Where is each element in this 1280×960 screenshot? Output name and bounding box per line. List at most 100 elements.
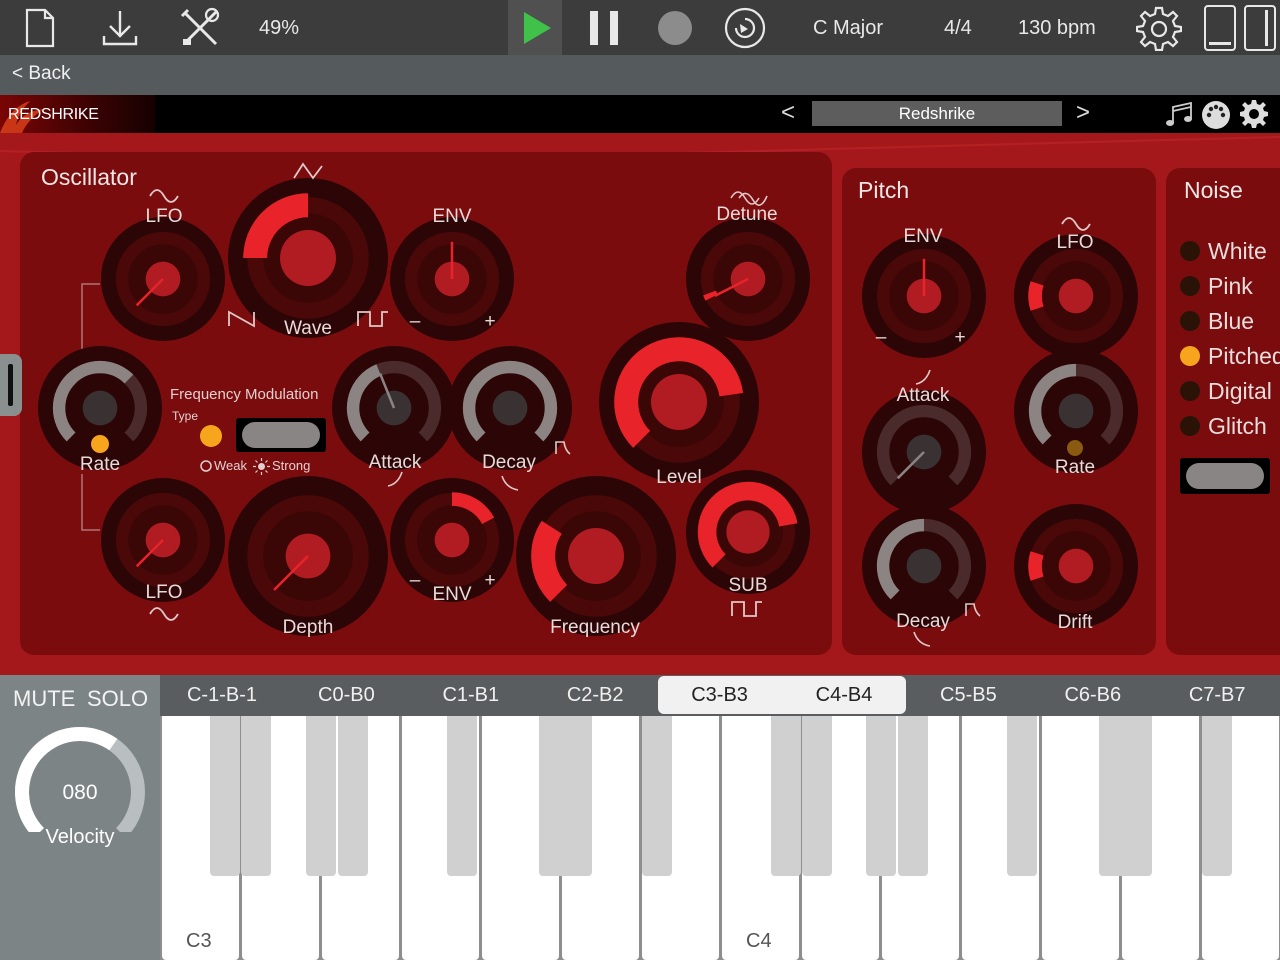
tools-icon[interactable]: [176, 0, 224, 55]
noise-switch[interactable]: [1180, 458, 1270, 494]
side-drawer-handle[interactable]: [0, 354, 22, 416]
noise-option-label: Glitch: [1208, 412, 1267, 439]
black-key[interactable]: [338, 716, 368, 876]
noise-indicator: [1180, 416, 1200, 436]
drift-knob[interactable]: [1014, 504, 1138, 628]
new-document-icon[interactable]: [18, 0, 62, 55]
sub-label: SUB: [728, 575, 768, 596]
navigation-bar: [0, 55, 1280, 95]
black-key[interactable]: [802, 716, 832, 876]
octave-range-c7-b7[interactable]: C7-B7: [1155, 675, 1279, 716]
mute-button[interactable]: MUTE: [13, 686, 75, 712]
pitch-rate-sync-indicator[interactable]: [1067, 440, 1083, 456]
previous-preset-button[interactable]: <: [781, 99, 795, 127]
octave-range-c2-b2[interactable]: C2-B2: [533, 675, 657, 716]
record-icon: [658, 10, 692, 45]
noise-option-label: Pink: [1208, 272, 1253, 299]
noise-option-white[interactable]: White: [1180, 236, 1267, 266]
black-key[interactable]: [306, 716, 336, 876]
loop-button[interactable]: [720, 0, 770, 55]
fm-strong-label: Strong: [272, 458, 311, 473]
preset-name[interactable]: Redshrike: [812, 101, 1062, 126]
depth-knob[interactable]: [228, 476, 388, 636]
octave-range-c-1-b-1[interactable]: C-1-B-1: [160, 675, 284, 716]
black-key[interactable]: [1007, 716, 1037, 876]
noise-indicator: [1180, 276, 1200, 296]
key-signature[interactable]: C Major: [813, 0, 883, 55]
play-button[interactable]: [508, 0, 562, 55]
decay-step-icon: [555, 441, 571, 455]
back-button[interactable]: < Back: [12, 63, 71, 85]
osc-env-bottom-plus: +: [484, 570, 496, 591]
fm-type-label: Type: [172, 409, 199, 423]
octave-range-c3-b3[interactable]: C3-B3: [658, 675, 782, 716]
noise-option-label: White: [1208, 237, 1267, 264]
gear-icon: [1136, 6, 1182, 51]
noise-option-glitch[interactable]: Glitch: [1180, 411, 1267, 441]
black-key[interactable]: [1122, 716, 1152, 876]
triangle-wave-icon: [293, 162, 323, 180]
black-key[interactable]: [642, 716, 672, 876]
black-key[interactable]: [241, 716, 271, 876]
noise-option-pink[interactable]: Pink: [1180, 271, 1253, 301]
noise-option-label: Digital: [1208, 377, 1272, 404]
frequency-knob[interactable]: [516, 476, 676, 636]
settings-button[interactable]: [1134, 0, 1184, 55]
pause-button[interactable]: [580, 0, 628, 55]
fm-weak-label: Weak: [214, 458, 247, 473]
midi-icon[interactable]: [1201, 100, 1231, 130]
next-preset-button[interactable]: >: [1076, 99, 1090, 127]
pitch-decay-step-icon: [965, 603, 981, 617]
level-label: Level: [656, 467, 702, 488]
depth-label: Depth: [282, 617, 334, 638]
zoom-level[interactable]: 49%: [259, 0, 299, 55]
strong-radio-icon[interactable]: [253, 458, 270, 475]
plugin-settings-gear-icon[interactable]: [1239, 99, 1269, 129]
fm-type-switch[interactable]: [236, 418, 326, 452]
pitch-attack-knob[interactable]: [862, 390, 986, 514]
oscillator-title: Oscillator: [41, 164, 137, 190]
black-key[interactable]: [562, 716, 592, 876]
octave-range-c5-b5[interactable]: C5-B5: [906, 675, 1030, 716]
black-key[interactable]: [447, 716, 477, 876]
osc-lfo-top-knob[interactable]: [101, 217, 225, 341]
layout-single-icon[interactable]: [1200, 0, 1240, 55]
download-icon[interactable]: [96, 0, 144, 55]
decay-curve-icon: [501, 475, 519, 491]
noise-option-pitched[interactable]: Pitched: [1180, 341, 1280, 371]
pitch-rate-label: Rate: [1054, 457, 1096, 478]
black-key[interactable]: [771, 716, 801, 876]
octave-range-c0-b0[interactable]: C0-B0: [284, 675, 408, 716]
fm-type-indicator[interactable]: [200, 425, 222, 447]
noise-option-label: Blue: [1208, 307, 1255, 334]
music-notes-icon[interactable]: [1164, 101, 1194, 129]
level-knob[interactable]: [599, 322, 759, 482]
osc-env-bottom-label: ENV: [432, 584, 472, 605]
loop-icon: [724, 7, 766, 48]
pitch-env-minus: –: [875, 327, 887, 348]
record-button[interactable]: [650, 0, 700, 55]
octave-range-c1-b1[interactable]: C1-B1: [409, 675, 533, 716]
octave-range-c6-b6[interactable]: C6-B6: [1031, 675, 1155, 716]
pitch-env-plus: +: [954, 327, 966, 348]
tempo[interactable]: 130 bpm: [1018, 0, 1096, 55]
noise-indicator: [1180, 241, 1200, 261]
black-key[interactable]: [898, 716, 928, 876]
noise-indicator: [1180, 311, 1200, 331]
weak-radio-icon[interactable]: [199, 459, 213, 473]
solo-button[interactable]: SOLO: [87, 686, 148, 712]
noise-option-blue[interactable]: Blue: [1180, 306, 1254, 336]
time-signature[interactable]: 4/4: [944, 0, 972, 55]
sub-square-wave-icon: [731, 601, 762, 617]
black-key[interactable]: [210, 716, 240, 876]
noise-option-digital[interactable]: Digital: [1180, 376, 1272, 406]
black-key[interactable]: [1202, 716, 1232, 876]
osc-lfo-top-label: LFO: [145, 206, 183, 227]
velocity-knob[interactable]: [10, 722, 150, 832]
noise-option-label: Pitched: [1208, 342, 1280, 369]
osc-env-plus: +: [484, 311, 496, 332]
osc-rate-sync-indicator[interactable]: [91, 435, 109, 453]
octave-range-c4-b4[interactable]: C4-B4: [782, 675, 906, 716]
black-key[interactable]: [866, 716, 896, 876]
layout-split-icon[interactable]: [1240, 0, 1280, 55]
